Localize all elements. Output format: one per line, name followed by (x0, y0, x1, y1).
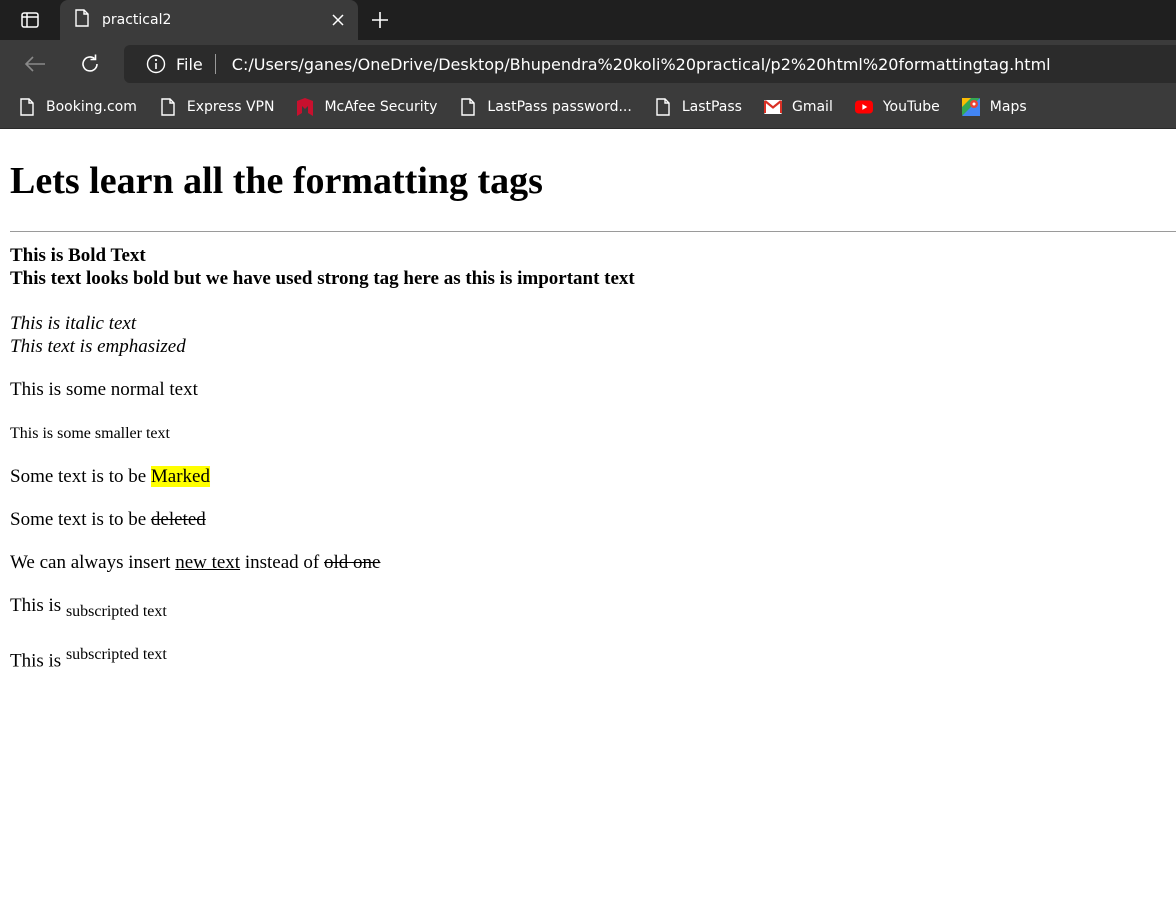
close-tab-button[interactable] (324, 6, 352, 34)
close-icon (332, 14, 344, 26)
bookmarks-bar: Booking.com Express VPN McAfee Security … (0, 86, 1176, 129)
small-paragraph: This is some smaller text (10, 421, 1166, 445)
tab-actions-button[interactable] (8, 6, 52, 34)
info-icon (146, 54, 166, 74)
deleted-text: deleted (150, 509, 206, 530)
ins-middle: instead of (240, 552, 324, 573)
site-info-button[interactable] (146, 54, 166, 74)
italic-block: This is italic text This text is emphasi… (10, 312, 1166, 358)
page-heading: Lets learn all the formatting tags (10, 160, 543, 202)
sup-paragraph: This is subscripted text (10, 643, 1166, 672)
page-icon (654, 98, 672, 116)
bookmark-label: LastPass (681, 99, 742, 115)
bookmark-label: Maps (989, 99, 1027, 115)
bookmark-label: Express VPN (186, 99, 275, 115)
tab-actions-icon (21, 12, 39, 28)
marked-text: Marked (150, 466, 210, 487)
address-bar[interactable]: File C:/Users/ganes/OneDrive/Desktop/Bhu… (124, 45, 1176, 83)
ins-paragraph: We can always insert new text instead of… (10, 551, 1166, 574)
italic-text: This is italic text (10, 313, 137, 334)
address-scheme-label: File (176, 54, 203, 74)
bookmark-label: Gmail (791, 99, 833, 115)
bookmark-youtube[interactable]: YouTube (854, 93, 940, 121)
ins-prefix: We can always insert (10, 552, 176, 573)
bold-block: This is Bold Text This text looks bold b… (10, 244, 1166, 290)
mcafee-icon (296, 98, 314, 116)
emphasized-text: This text is emphasized (10, 336, 186, 357)
bookmark-label: McAfee Security (324, 99, 438, 115)
horizontal-rule (10, 231, 1176, 232)
address-separator (214, 54, 216, 74)
active-tab[interactable]: practical2 (60, 0, 358, 40)
refresh-icon (82, 54, 98, 72)
inserted-text: new text (175, 552, 241, 573)
youtube-icon (854, 98, 873, 116)
bookmark-lastpass[interactable]: LastPass (654, 93, 742, 121)
strong-text: This text looks bold but we have used st… (10, 268, 635, 289)
del-prefix: Some text is to be (10, 509, 151, 530)
small-text: This is some smaller text (10, 425, 170, 442)
bookmark-maps[interactable]: Maps (961, 93, 1027, 121)
bookmark-lastpass-password[interactable]: LastPass password... (459, 93, 632, 121)
bookmark-gmail[interactable]: Gmail (763, 93, 833, 121)
bold-text: This is Bold Text (10, 245, 146, 266)
sub-prefix: This is (10, 595, 66, 616)
navigation-toolbar: File C:/Users/ganes/OneDrive/Desktop/Bhu… (0, 40, 1176, 86)
bookmark-label: LastPass password... (487, 99, 632, 115)
normal-text: This is some normal text (10, 379, 198, 400)
tab-title: practical2 (102, 12, 172, 28)
back-arrow-icon (24, 56, 45, 72)
bookmark-booking[interactable]: Booking.com (18, 93, 137, 121)
plus-icon (372, 12, 388, 28)
page-icon (459, 98, 477, 116)
mark-prefix: Some text is to be (10, 466, 151, 487)
bookmark-label: Booking.com (46, 99, 137, 115)
new-tab-button[interactable] (366, 6, 394, 34)
page-content: Lets learn all the formatting tags This … (0, 157, 1176, 672)
sub-paragraph: This is subscripted text (10, 594, 1166, 623)
bookmark-mcafee[interactable]: McAfee Security (296, 93, 437, 121)
old-text: old one (324, 552, 381, 573)
tab-strip: practical2 (0, 0, 1176, 40)
gmail-icon (763, 98, 782, 116)
del-paragraph: Some text is to be deleted (10, 508, 1166, 531)
page-icon (159, 98, 177, 116)
maps-icon (961, 98, 980, 116)
subscript-text: subscripted text (65, 602, 167, 620)
bookmark-express-vpn[interactable]: Express VPN (159, 93, 275, 121)
page-icon (74, 8, 90, 32)
page-icon (18, 98, 36, 116)
url-text[interactable]: C:/Users/ganes/OneDrive/Desktop/Bhupendr… (232, 55, 1051, 74)
bookmark-label: YouTube (882, 99, 940, 115)
sup-prefix: This is (10, 650, 66, 672)
refresh-button[interactable] (75, 49, 105, 79)
back-button[interactable] (20, 49, 50, 79)
mark-paragraph: Some text is to be Marked (10, 465, 1166, 488)
superscript-text: subscripted text (65, 645, 167, 663)
